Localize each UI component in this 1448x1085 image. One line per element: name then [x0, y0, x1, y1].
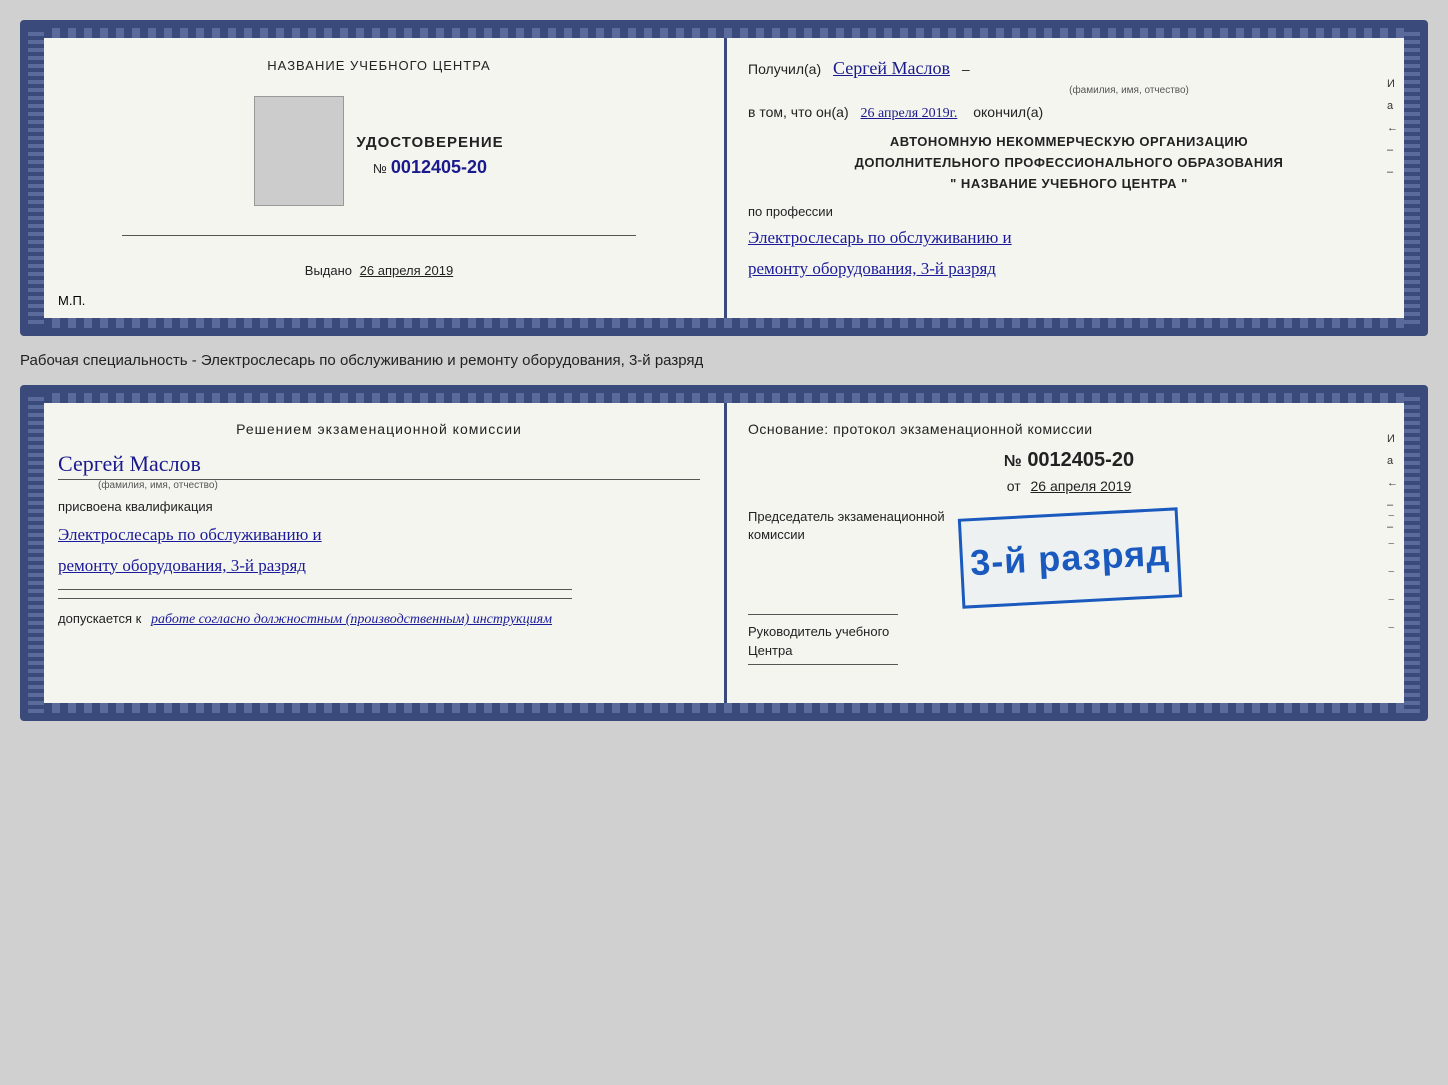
number-prefix: №: [373, 161, 387, 176]
ot-date-line: от 26 апреля 2019: [748, 478, 1390, 494]
fio-label-bottom: (фамилия, имя, отчество): [98, 480, 700, 491]
udost-title: УДОСТОВЕРЕНИЕ: [356, 134, 503, 151]
dopuskaetsya-prefix: допускается к: [58, 611, 141, 626]
protocol-num: 0012405-20: [1027, 449, 1134, 471]
vtom-date: 26 апреля 2019г.: [861, 106, 958, 121]
side-letter-2: а: [1387, 100, 1398, 112]
issued-line: Выдано 26 апреля 2019: [305, 263, 453, 278]
profession-line2: ремонту оборудования, 3-й разряд: [748, 254, 1390, 285]
dash-mark-2: –: [1389, 537, 1395, 549]
org-line2: ДОПОЛНИТЕЛЬНОГО ПРОФЕССИОНАЛЬНОГО ОБРАЗО…: [748, 153, 1390, 174]
side-letter-3: ←: [1387, 122, 1398, 134]
org-line1: АВТОНОМНУЮ НЕКОММЕРЧЕСКУЮ ОРГАНИЗАЦИЮ: [748, 132, 1390, 153]
protocol-number: № 0012405-20: [748, 449, 1390, 472]
chairman-signature-line: [748, 614, 898, 615]
bottom-profession-line2: ремонту оборудования, 3-й разряд: [58, 551, 700, 582]
mp-line: М.П.: [58, 293, 85, 308]
org-line3: " НАЗВАНИЕ УЧЕБНОГО ЦЕНТРА ": [748, 174, 1390, 195]
side-letter-b3: ←: [1387, 477, 1398, 489]
udost-number: 0012405-20: [391, 157, 487, 178]
rukovoditel-line2: Центра: [748, 642, 1390, 660]
rukovoditel-block: Руководитель учебного Центра: [748, 623, 1390, 664]
osnovaniye-line: Основание: протокол экзаменационной коми…: [748, 421, 1390, 437]
org-block: АВТОНОМНУЮ НЕКОММЕРЧЕСКУЮ ОРГАНИЗАЦИЮ ДО…: [748, 132, 1390, 194]
side-letter-b4: –: [1387, 499, 1398, 511]
rukovoditel-signature-line: [748, 664, 898, 665]
cert-left-panel: НАЗВАНИЕ УЧЕБНОГО ЦЕНТРА УДОСТОВЕРЕНИЕ №…: [28, 28, 720, 328]
protocol-prefix: №: [1004, 453, 1022, 470]
ot-prefix: от: [1007, 478, 1021, 494]
fio-label-top: (фамилия, имя, отчество): [868, 85, 1390, 96]
side-letter-b2: а: [1387, 455, 1398, 467]
ot-date: 26 апреля 2019: [1031, 478, 1132, 494]
po-professii: по профессии: [748, 204, 1390, 219]
received-line: Получил(а) Сергей Маслов –: [748, 58, 1390, 79]
dash-mark-4: –: [1389, 593, 1395, 605]
bottom-left-panel: Решением экзаменационной комиссии Сергей…: [28, 393, 720, 713]
cert-right-panel: И а ← – – Получил(а) Сергей Маслов – (фа…: [720, 28, 1420, 328]
dopusk-text: работе согласно должностным (производств…: [151, 612, 552, 627]
bottom-certificate-card: Решением экзаменационной комиссии Сергей…: [20, 385, 1428, 721]
issued-label: Выдано: [305, 263, 352, 278]
between-label: Рабочая специальность - Электрослесарь п…: [20, 348, 1428, 373]
side-letter-4: –: [1387, 144, 1398, 156]
stamp-text: 3-й разряд: [969, 532, 1171, 584]
dash: –: [962, 61, 970, 77]
profession-line1: Электрослесарь по обслуживанию и: [748, 223, 1390, 254]
bottom-profession-line1: Электрослесарь по обслуживанию и: [58, 520, 700, 551]
resheniem-title: Решением экзаменационной комиссии: [58, 421, 700, 437]
side-letter-5: –: [1387, 166, 1398, 178]
bottom-right-panel: И а ← – – Основание: протокол экзаменаци…: [720, 393, 1420, 713]
received-prefix: Получил(а): [748, 61, 821, 77]
vtom-line: в том, что он(а) 26 апреля 2019г. окончи…: [748, 104, 1390, 122]
page-container: НАЗВАНИЕ УЧЕБНОГО ЦЕНТРА УДОСТОВЕРЕНИЕ №…: [20, 20, 1428, 721]
photo-placeholder: [254, 96, 344, 206]
finished-label: окончил(а): [973, 104, 1043, 120]
prisvoena-line: присвоена квалификация: [58, 499, 700, 514]
bottom-name: Сергей Маслов: [58, 451, 700, 480]
top-certificate-card: НАЗВАНИЕ УЧЕБНОГО ЦЕНТРА УДОСТОВЕРЕНИЕ №…: [20, 20, 1428, 336]
issued-date: 26 апреля 2019: [360, 263, 454, 278]
dash-mark-3: –: [1389, 565, 1395, 577]
dopuskaetsya-line: допускается к работе согласно должностны…: [58, 611, 700, 628]
recipient-name: Сергей Маслов: [833, 58, 950, 78]
side-letter-b5: –: [1387, 521, 1398, 533]
stamp: 3-й разряд: [958, 507, 1182, 608]
school-name-top: НАЗВАНИЕ УЧЕБНОГО ЦЕНТРА: [267, 58, 490, 73]
side-letter-b1: И: [1387, 433, 1398, 445]
dash-mark-5: –: [1389, 621, 1395, 633]
rukovoditel-line1: Руководитель учебного: [748, 623, 1390, 641]
side-letter-1: И: [1387, 78, 1398, 90]
vtom-prefix: в том, что он(а): [748, 104, 849, 120]
